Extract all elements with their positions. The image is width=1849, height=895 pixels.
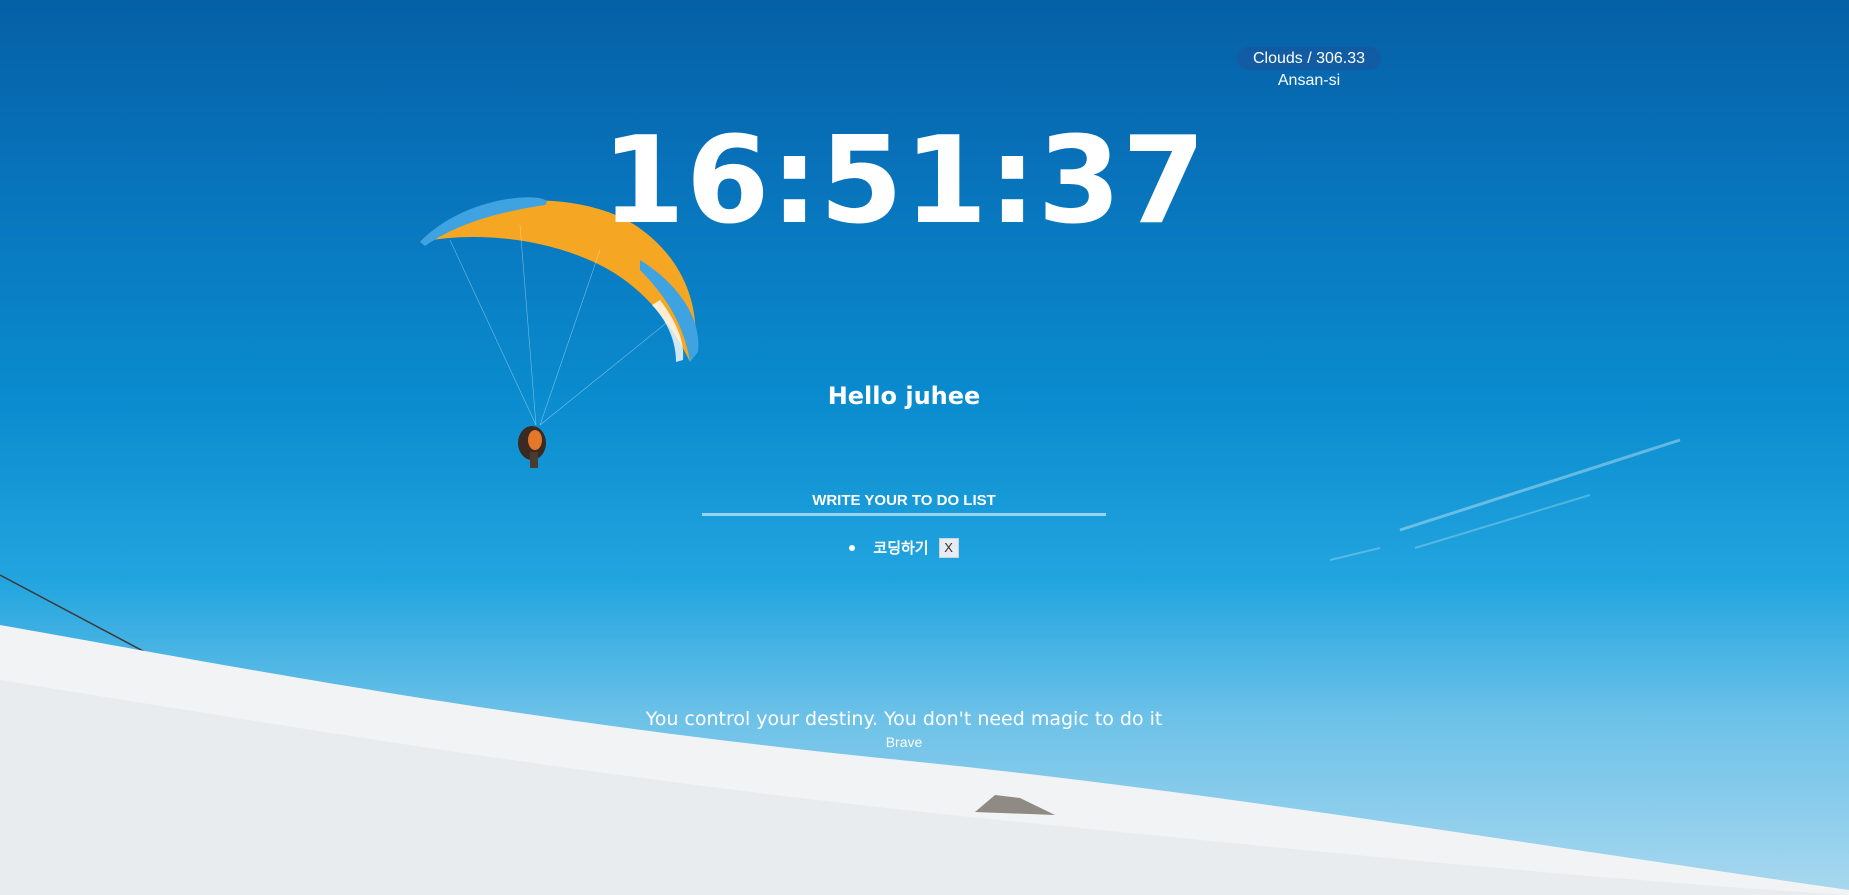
delete-todo-button[interactable]: X — [938, 538, 959, 558]
quote-text: You control your destiny. You don't need… — [645, 708, 1163, 730]
todo-form — [702, 488, 1106, 518]
bullet-icon — [849, 545, 856, 551]
clock: 16:51:37 — [601, 112, 1207, 251]
todo-input[interactable] — [702, 488, 1106, 516]
todo-list: 코딩하기 X — [0, 536, 1808, 559]
weather-city: Ansan-si — [1277, 72, 1341, 89]
weather-widget: Clouds / 306.33 Ansan-si — [1234, 47, 1384, 91]
weather-condition-temp: Clouds / 306.33 — [1236, 47, 1382, 70]
todo-item: 코딩하기 X — [849, 537, 959, 559]
greeting: Hello juhee — [827, 382, 981, 410]
todo-item-text: 코딩하기 — [873, 539, 929, 557]
quote-author: Brave — [885, 734, 923, 750]
contrail — [1399, 438, 1681, 532]
quote: You control your destiny. You don't need… — [0, 705, 1808, 751]
paraglider-pilot — [518, 426, 546, 468]
